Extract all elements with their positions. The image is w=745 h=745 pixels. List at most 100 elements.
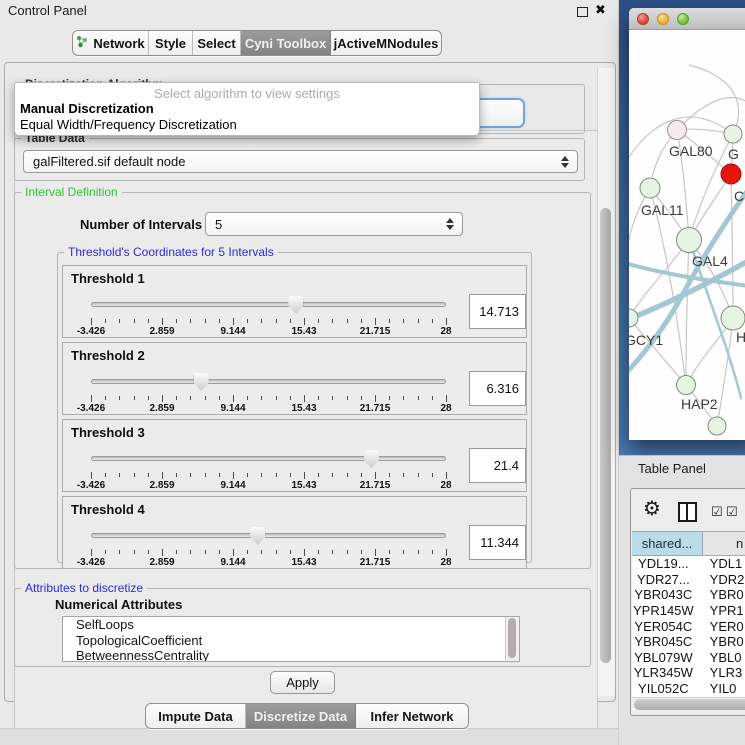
node-label: HAP2 — [681, 396, 718, 412]
tab-jactivemnodules[interactable]: jActiveMNodules — [331, 31, 441, 55]
tick-mark — [276, 396, 277, 400]
minimize-light[interactable] — [657, 13, 669, 25]
attributes-scrollbar-thumb[interactable] — [508, 618, 516, 658]
network-node-hap2[interactable] — [677, 376, 696, 395]
tab-label: Cyni Toolbox — [245, 36, 326, 51]
node-label: GAL11 — [641, 202, 684, 218]
network-window-titlebar[interactable] — [629, 8, 745, 30]
tick-mark — [446, 318, 447, 325]
tab-cyni-toolbox[interactable]: Cyni Toolbox — [241, 31, 331, 55]
threshold-label: Threshold 2 — [71, 348, 145, 363]
table-row[interactable]: YER054CYER0 — [632, 618, 745, 634]
gear-icon[interactable]: ⚙ — [643, 499, 661, 519]
threshold-slider[interactable]: -3.4262.8599.14415.4321.71528 — [91, 294, 446, 336]
tab-infer-network[interactable]: Infer Network — [356, 704, 468, 728]
network-node-gal4[interactable] — [677, 228, 702, 253]
threshold-value-field[interactable] — [469, 448, 526, 483]
network-node-c[interactable] — [721, 164, 741, 184]
float-icon[interactable] — [577, 7, 588, 17]
cell-shared-name: YIL052C — [632, 681, 695, 696]
table-horizontal-scrollbar[interactable] — [632, 697, 745, 712]
column-header-name[interactable]: n — [703, 531, 745, 556]
threshold-slider[interactable]: -3.4262.8599.14415.4321.71528 — [91, 448, 446, 490]
tick-mark — [119, 550, 120, 554]
threshold-label: Threshold 4 — [71, 502, 145, 517]
tick-mark — [446, 395, 447, 402]
zoom-light[interactable] — [677, 13, 689, 25]
cell-shared-name: YBR043C — [632, 587, 695, 602]
tick-mark — [304, 395, 305, 402]
num-intervals-spinner[interactable]: 5 — [205, 212, 463, 236]
popup-option-manual-discretization[interactable]: Manual Discretization — [20, 101, 154, 116]
panel-vertical-scrollbar[interactable] — [597, 68, 615, 696]
table-panel-title: Table Panel — [638, 461, 706, 476]
checkbox-icon[interactable]: ☑ — [726, 505, 738, 518]
table-row[interactable]: YLR345WYLR3 — [632, 665, 745, 681]
tab-select[interactable]: Select — [193, 31, 241, 55]
table-row[interactable]: YBL079WYBL0 — [632, 650, 745, 666]
column-header-shared[interactable]: shared... — [632, 531, 703, 556]
table-row[interactable]: YBR045CYBR0 — [632, 634, 745, 650]
slider-track[interactable] — [91, 533, 446, 538]
network-node-h[interactable] — [721, 306, 745, 330]
tick-mark — [290, 550, 291, 554]
tick-label: 28 — [440, 403, 451, 414]
tab-label: Infer Network — [370, 709, 453, 724]
table-row[interactable]: YDL19...YDL1 — [632, 556, 745, 572]
close-light[interactable] — [637, 13, 649, 25]
tick-mark — [432, 396, 433, 400]
tick-mark — [375, 472, 376, 479]
tick-mark — [134, 473, 135, 477]
attributes-group-title: Attributes to discretize — [21, 581, 147, 595]
table-row[interactable]: YIL052CYIL0 — [632, 681, 745, 697]
threshold-slider[interactable]: -3.4262.8599.14415.4321.71528 — [91, 371, 446, 413]
network-canvas[interactable]: GAL80GCGAL11GAL4GCY1HHAP2 — [629, 30, 745, 440]
tick-mark — [162, 318, 163, 325]
attributes-list[interactable]: SelfLoopsTopologicalCoefficientBetweenne… — [62, 616, 520, 662]
threshold-value-field[interactable] — [469, 294, 526, 329]
slider-thumb[interactable] — [250, 527, 265, 545]
tick-mark — [403, 396, 404, 400]
columns-icon[interactable] — [678, 502, 697, 522]
popup-prompt: Select algorithm to view settings — [15, 86, 479, 101]
tick-label: 21.715 — [360, 480, 391, 491]
control-panel-titlebar[interactable]: Control Panel ✖ — [0, 0, 618, 22]
threshold-value-field[interactable] — [469, 371, 526, 406]
tab-impute-data[interactable]: Impute Data — [146, 704, 246, 728]
slider-thumb[interactable] — [364, 450, 379, 468]
slider-thumb[interactable] — [194, 373, 209, 391]
attribute-item[interactable]: BetweennessCentrality — [63, 648, 519, 662]
close-icon[interactable]: ✖ — [595, 2, 606, 18]
tick-mark — [418, 396, 419, 400]
attributes-list-scrollbar[interactable] — [505, 617, 519, 661]
tick-mark — [318, 473, 319, 477]
table-row[interactable]: YBR043CYBR0 — [632, 587, 745, 603]
network-node-gal80[interactable] — [668, 121, 687, 140]
node-label: G — [728, 146, 739, 162]
apply-button[interactable]: Apply — [270, 671, 335, 694]
tab-style[interactable]: Style — [149, 31, 193, 55]
tick-mark — [261, 550, 262, 554]
table-row[interactable]: YDR27...YDR2 — [632, 572, 745, 588]
table-data-combo[interactable]: galFiltered.sif default node — [23, 150, 578, 173]
tab-network[interactable]: Network — [73, 31, 149, 55]
table-row[interactable]: YPR145WYPR1 — [632, 603, 745, 619]
slider-track[interactable] — [91, 456, 446, 461]
tab-discretize-data[interactable]: Discretize Data — [246, 704, 356, 728]
table-scrollbar-thumb[interactable] — [634, 699, 745, 710]
network-node-gal11[interactable] — [640, 178, 660, 198]
slider-track[interactable] — [91, 379, 446, 384]
threshold-value-field[interactable] — [469, 525, 526, 560]
attribute-item[interactable]: TopologicalCoefficient — [63, 633, 519, 649]
popup-option-equal-width-frequency[interactable]: Equal Width/Frequency Discretization — [20, 117, 237, 132]
attribute-item[interactable]: SelfLoops — [63, 617, 519, 633]
network-node-g[interactable] — [724, 125, 742, 143]
checkbox-icon[interactable]: ☑ — [711, 505, 723, 518]
node-label: GAL4 — [692, 253, 728, 269]
threshold-slider[interactable]: -3.4262.8599.14415.4321.71528 — [91, 525, 446, 567]
slider-track[interactable] — [91, 302, 446, 307]
panel-scrollbar-thumb[interactable] — [600, 208, 611, 663]
slider-thumb[interactable] — [288, 296, 303, 314]
network-node-gcy1[interactable] — [629, 309, 638, 327]
network-node[interactable] — [708, 417, 726, 435]
